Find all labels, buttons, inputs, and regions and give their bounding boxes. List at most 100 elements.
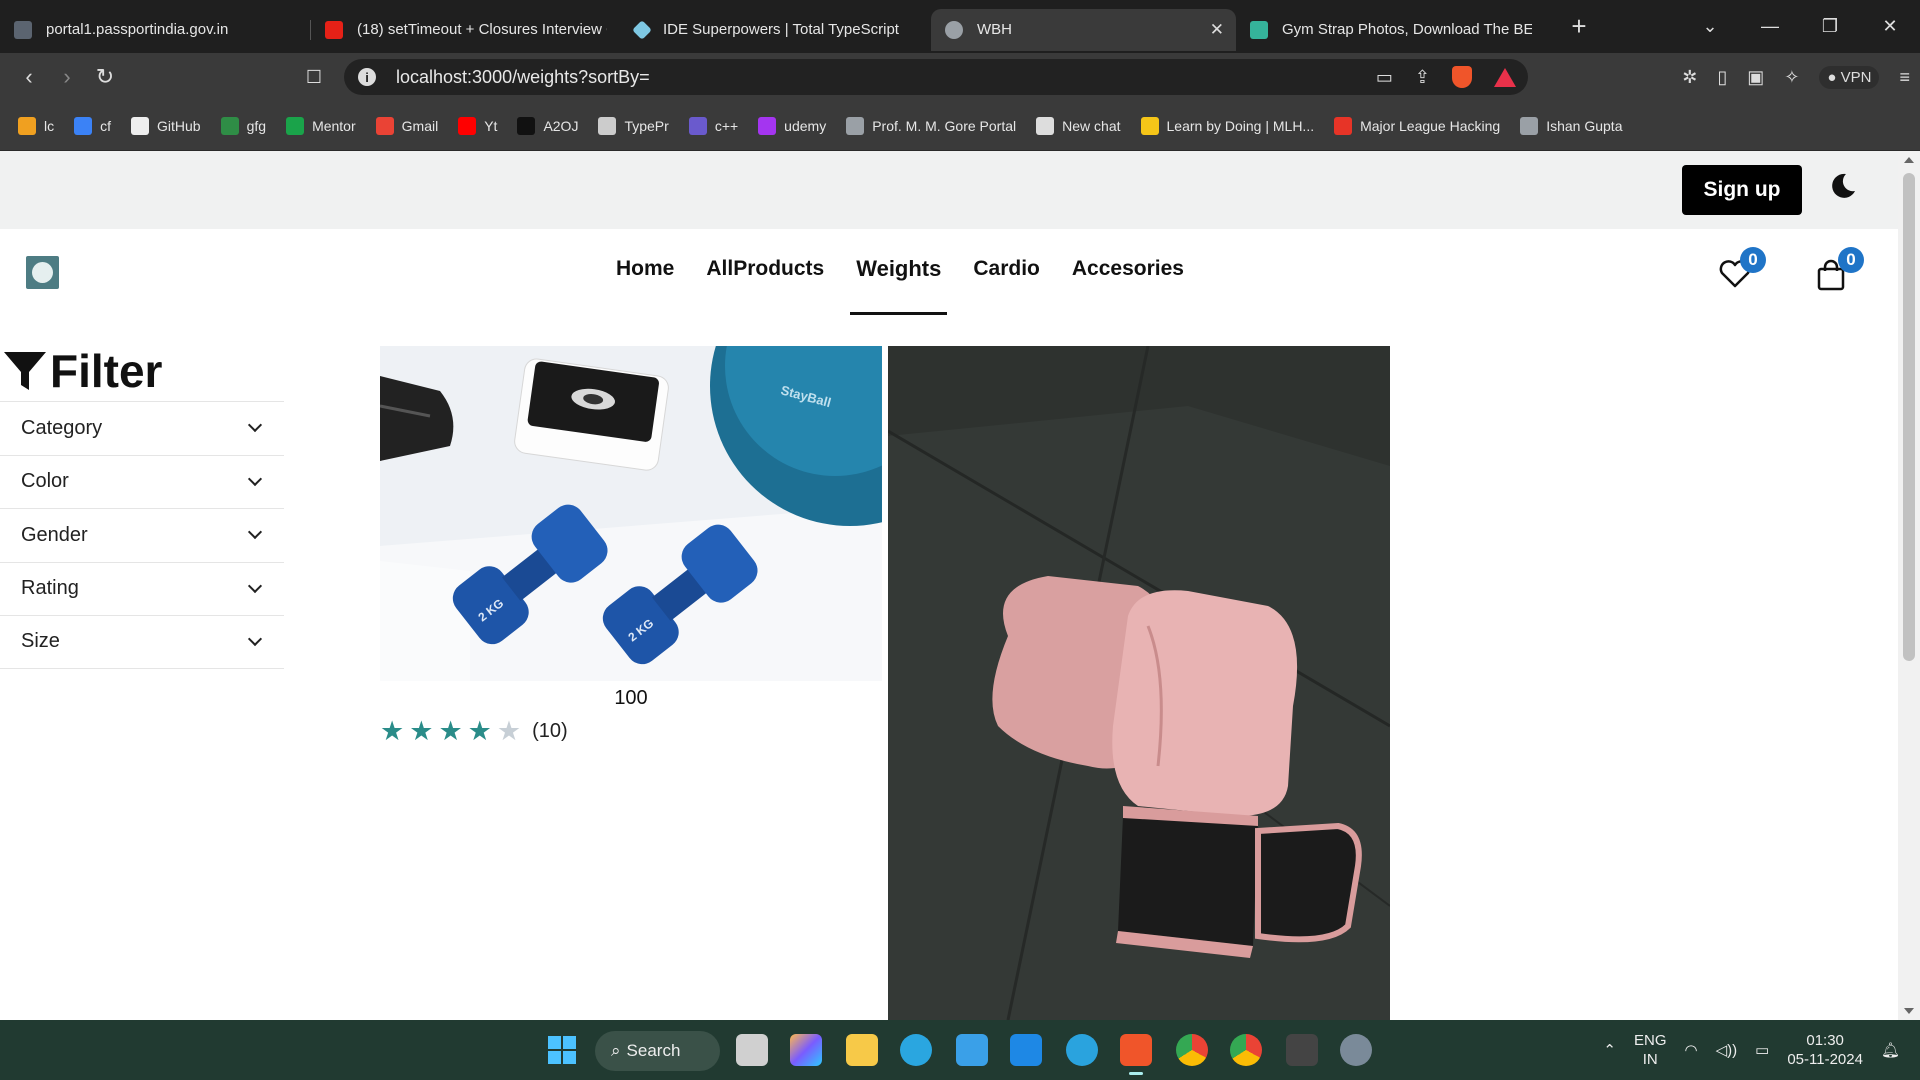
bookmark-item[interactable]: Yt [458, 116, 497, 135]
telegram-icon[interactable] [1066, 1034, 1098, 1066]
filter-size[interactable]: Size [0, 615, 284, 669]
brave-shields-icon[interactable] [1452, 66, 1472, 88]
settings-icon[interactable] [1340, 1034, 1372, 1066]
menu-icon[interactable]: ≡ [1899, 67, 1910, 88]
tab-wbh[interactable]: WBH ✕ [931, 8, 1236, 51]
filter-gender[interactable]: Gender [0, 508, 284, 562]
terminal-icon[interactable] [1286, 1034, 1318, 1066]
reload-icon[interactable]: ↻ [86, 64, 124, 90]
nav-allproducts[interactable]: AllProducts [690, 229, 840, 309]
tab-passport[interactable]: portal1.passportindia.gov.in [0, 9, 310, 51]
sign-up-button[interactable]: Sign up [1682, 165, 1802, 215]
bookmark-item[interactable]: cf [74, 116, 112, 135]
copilot-icon[interactable] [790, 1034, 822, 1066]
filter-color[interactable]: Color [0, 454, 284, 509]
diamond-icon [632, 19, 652, 40]
chrome-profile-icon[interactable] [1230, 1034, 1262, 1066]
windows-start-icon[interactable] [546, 1034, 578, 1066]
edge-icon[interactable] [900, 1034, 932, 1066]
bookmark-item[interactable]: udemy [758, 116, 826, 135]
chrome-icon[interactable] [1176, 1034, 1208, 1066]
taskbar-search[interactable]: ⌕ Search [595, 1031, 720, 1071]
vpn-button[interactable]: ● VPN [1819, 65, 1880, 89]
close-tab-icon[interactable]: ✕ [1210, 20, 1224, 40]
dark-mode-toggle-icon[interactable] [1828, 171, 1858, 201]
scroll-down-icon[interactable] [1904, 1008, 1914, 1014]
desktop-icon[interactable] [956, 1034, 988, 1066]
bookmark-item[interactable]: A2OJ [517, 116, 578, 135]
bookmark-item[interactable]: Ishan Gupta [1520, 116, 1622, 135]
bookmark-item[interactable]: Prof. M. M. Gore Portal [846, 116, 1016, 135]
task-view-icon[interactable] [736, 1034, 768, 1066]
youtube-icon [325, 20, 343, 39]
bookmark-item[interactable]: gfg [220, 116, 266, 135]
scroll-up-icon[interactable] [1904, 157, 1914, 163]
bookmark-item[interactable]: New chat [1036, 116, 1121, 135]
cast-icon[interactable]: ▭ [1376, 67, 1393, 88]
vscode-icon[interactable] [1010, 1034, 1042, 1066]
volume-icon[interactable]: ◁)) [1716, 1041, 1738, 1059]
restore-icon[interactable]: ❐ [1800, 16, 1860, 37]
scroll-thumb[interactable] [1903, 173, 1915, 661]
share-icon[interactable]: ⇪ [1415, 67, 1430, 88]
tab-youtube[interactable]: (18) setTimeout + Closures Interview Q [311, 9, 621, 51]
product-card[interactable]: StayBall 2 KG 2 KG 100 ★ ★ ★ ★ ★ (10) [380, 346, 882, 745]
filter-rating[interactable]: Rating [0, 561, 284, 616]
product-card[interactable] [888, 346, 1390, 1020]
cart-button[interactable]: 0 [1816, 247, 1864, 293]
filter-category[interactable]: Category [0, 401, 284, 455]
bookmark-icon [758, 116, 777, 135]
bookmark-label: TypePr [624, 117, 669, 134]
browser-toolbar: ‹ › ↻ ☐ i localhost:3000/weights?sortBy=… [0, 53, 1920, 101]
extensions-icon[interactable]: ✲ [1682, 67, 1697, 88]
brave-rewards-icon[interactable] [1494, 67, 1516, 87]
bookmark-item[interactable]: c++ [688, 116, 738, 135]
site-info-icon[interactable]: i [358, 68, 376, 86]
clock[interactable]: 01:30 05-11-2024 [1787, 1031, 1863, 1069]
bookmark-label: Major League Hacking [1360, 117, 1501, 134]
wallet-icon[interactable]: ▣ [1747, 67, 1764, 88]
leo-ai-icon[interactable]: ✧ [1784, 67, 1799, 88]
nav-cardio[interactable]: Cardio [957, 229, 1056, 309]
nav-weights[interactable]: Weights [840, 229, 957, 315]
site-logo[interactable] [26, 256, 59, 289]
notification-bell-icon[interactable]: 🔔︎ [1881, 1041, 1900, 1059]
bookmark-item[interactable]: Gmail [375, 116, 438, 135]
file-explorer-icon[interactable] [846, 1034, 878, 1066]
chevron-down-icon [247, 418, 263, 433]
bookmark-item[interactable]: Mentor [286, 116, 356, 135]
bookmark-label: cf [100, 117, 112, 134]
product-image-dumbbells[interactable]: StayBall 2 KG 2 KG [380, 346, 882, 681]
tab-typescript[interactable]: IDE Superpowers | Total TypeScript [621, 9, 931, 51]
bookmark-item[interactable]: TypePr [598, 116, 669, 135]
language-indicator[interactable]: ENG IN [1634, 1031, 1667, 1069]
brave-icon[interactable] [1120, 1034, 1152, 1066]
tab-search-icon[interactable]: ⌄ [1680, 16, 1740, 37]
bookmark-item[interactable]: lc [18, 116, 54, 135]
star-icon: ★ [409, 716, 434, 746]
nav-accesories[interactable]: Accesories [1056, 229, 1200, 309]
bookmark-item[interactable]: Learn by Doing | MLH... [1140, 116, 1314, 135]
minimize-icon[interactable]: — [1740, 16, 1800, 37]
wishlist-button[interactable]: 0 [1718, 247, 1766, 293]
chevron-up-icon[interactable]: ⌃ [1603, 1041, 1616, 1059]
bookmark-label: Mentor [312, 117, 356, 134]
back-icon[interactable]: ‹ [10, 64, 48, 90]
filter-label: Color [21, 470, 69, 493]
bookmark-icon[interactable]: ☐ [295, 67, 333, 88]
nav-home[interactable]: Home [600, 229, 690, 309]
product-image-boxing-gloves[interactable] [888, 346, 1390, 1020]
new-tab-button[interactable]: + [1564, 11, 1594, 42]
wifi-icon[interactable]: ◠ [1685, 1041, 1698, 1059]
sidebar-icon[interactable]: ▯ [1717, 67, 1727, 88]
address-bar[interactable]: i localhost:3000/weights?sortBy= ▭ ⇪ [344, 59, 1528, 95]
battery-icon[interactable]: ▭ [1755, 1041, 1769, 1059]
filter-label: Gender [21, 523, 88, 546]
tab-gym-strap[interactable]: Gym Strap Photos, Download The BEST [1236, 9, 1546, 51]
bookmark-item[interactable]: Major League Hacking [1334, 116, 1501, 135]
close-window-icon[interactable]: ✕ [1860, 16, 1920, 37]
forward-icon[interactable]: › [48, 64, 86, 90]
bookmark-item[interactable]: GitHub [131, 116, 201, 135]
page-scrollbar[interactable] [1898, 151, 1920, 1020]
window-controls: ⌄ — ❐ ✕ [1680, 0, 1920, 53]
